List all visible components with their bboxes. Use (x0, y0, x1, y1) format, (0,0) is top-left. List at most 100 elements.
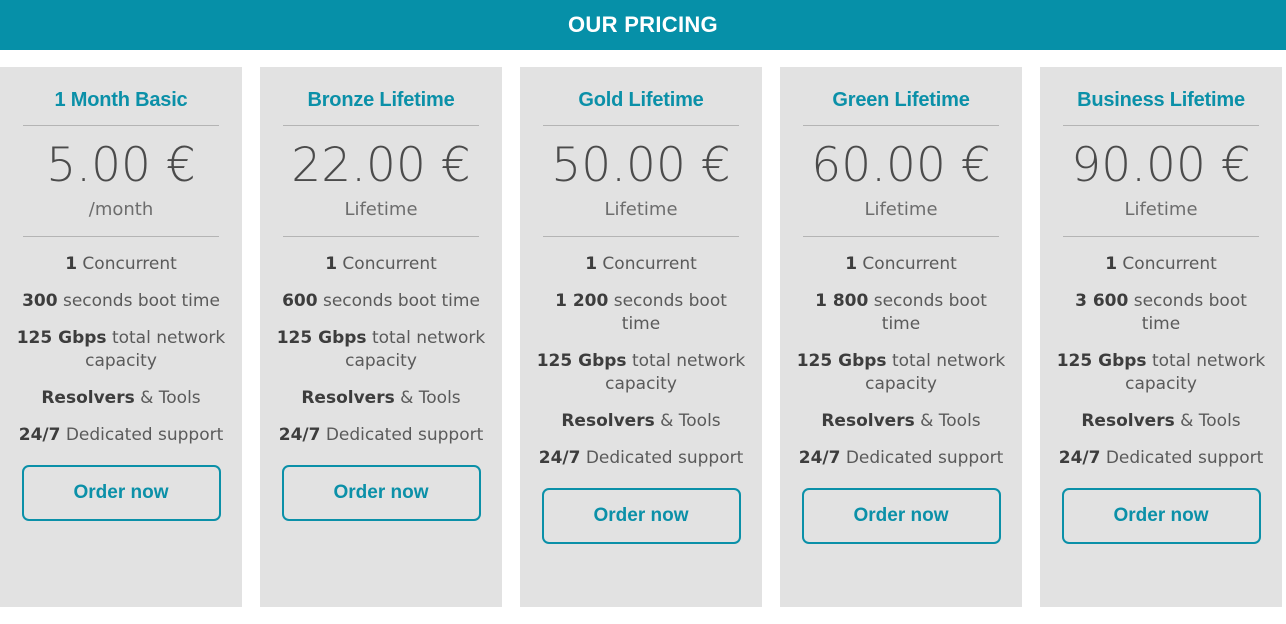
feature-text: Concurrent (1117, 254, 1217, 274)
order-now-button[interactable]: Order now (1062, 488, 1261, 544)
card-divider-top (23, 125, 219, 126)
card-divider-bottom (283, 236, 479, 237)
order-now-button[interactable]: Order now (22, 465, 221, 521)
feature-highlight: Resolvers (821, 411, 914, 431)
feature-text: & Tools (915, 411, 981, 431)
feature-text: seconds boot time (318, 291, 480, 311)
feature-text: total network capacity (605, 351, 745, 394)
feature-item: 125 Gbps total network capacity (1054, 350, 1269, 396)
feature-highlight: Resolvers (41, 388, 134, 408)
feature-highlight: 600 (282, 291, 318, 311)
feature-item: 24/7 Dedicated support (279, 424, 484, 447)
feature-text: & Tools (655, 411, 721, 431)
feature-highlight: 24/7 (799, 448, 841, 468)
feature-highlight: 1 (65, 254, 77, 274)
feature-text: total network capacity (85, 328, 225, 371)
feature-highlight: Resolvers (1081, 411, 1174, 431)
feature-item: 24/7 Dedicated support (539, 447, 744, 470)
pricing-card-period: Lifetime (864, 199, 937, 220)
feature-highlight: 24/7 (1059, 448, 1101, 468)
card-divider-top (1063, 125, 1259, 126)
feature-text: Dedicated support (840, 448, 1003, 468)
pricing-card-price: 5.00 € (46, 142, 196, 189)
feature-highlight: 125 Gbps (797, 351, 887, 371)
card-divider-bottom (543, 236, 739, 237)
pricing-card-2: Bronze Lifetime 22.00 € Lifetime 1 Concu… (260, 67, 502, 607)
feature-text: Dedicated support (320, 425, 483, 445)
feature-item: 300 seconds boot time (22, 290, 220, 313)
feature-text: seconds boot time (1128, 291, 1247, 334)
feature-text: Concurrent (857, 254, 957, 274)
card-divider-top (803, 125, 999, 126)
feature-text: & Tools (395, 388, 461, 408)
feature-item: 1 Concurrent (65, 253, 177, 276)
feature-highlight: 24/7 (279, 425, 321, 445)
card-divider-bottom (23, 236, 219, 237)
feature-text: total network capacity (865, 351, 1005, 394)
feature-text: Concurrent (337, 254, 437, 274)
pricing-card-price: 60.00 € (811, 142, 990, 189)
feature-text: total network capacity (1125, 351, 1265, 394)
pricing-card-features: 1 Concurrent 1 200 seconds boot time 125 G… (532, 253, 750, 484)
feature-item: 1 Concurrent (845, 253, 957, 276)
feature-text: total network capacity (345, 328, 485, 371)
feature-text: & Tools (135, 388, 201, 408)
order-now-button[interactable]: Order now (802, 488, 1001, 544)
pricing-card-features: 1 Concurrent 3 600 seconds boot time 125 G… (1052, 253, 1270, 484)
feature-item: 125 Gbps total network capacity (794, 350, 1009, 396)
card-divider-top (283, 125, 479, 126)
pricing-card-period: Lifetime (1124, 199, 1197, 220)
feature-text: seconds boot time (868, 291, 987, 334)
feature-text: Dedicated support (1100, 448, 1263, 468)
pricing-card-3: Gold Lifetime 50.00 € Lifetime 1 Concurr… (520, 67, 762, 607)
feature-item: Resolvers & Tools (821, 410, 980, 433)
feature-highlight: 1 (845, 254, 857, 274)
feature-highlight: 1 (325, 254, 337, 274)
pricing-card-title: Bronze Lifetime (307, 89, 454, 111)
feature-text: Concurrent (597, 254, 697, 274)
pricing-card-period: Lifetime (344, 199, 417, 220)
feature-item: 1 Concurrent (585, 253, 697, 276)
card-divider-bottom (803, 236, 999, 237)
feature-highlight: 125 Gbps (277, 328, 367, 348)
feature-item: 1 800 seconds boot time (794, 290, 1009, 336)
card-divider-bottom (1063, 236, 1259, 237)
feature-highlight: 1 (585, 254, 597, 274)
feature-item: 1 200 seconds boot time (534, 290, 749, 336)
feature-text: Concurrent (77, 254, 177, 274)
pricing-card-title: Business Lifetime (1077, 89, 1245, 111)
feature-item: 3 600 seconds boot time (1054, 290, 1269, 336)
card-divider-top (543, 125, 739, 126)
feature-highlight: 1 200 (555, 291, 608, 311)
pricing-cards-row: 1 Month Basic 5.00 € /month 1 Concurrent… (0, 50, 1286, 607)
feature-highlight: 125 Gbps (1057, 351, 1147, 371)
pricing-card-5: Business Lifetime 90.00 € Lifetime 1 Con… (1040, 67, 1282, 607)
pricing-card-title: Green Lifetime (832, 89, 969, 111)
pricing-card-features: 1 Concurrent 300 seconds boot time 125 Gbp… (12, 253, 230, 461)
feature-item: 600 seconds boot time (282, 290, 480, 313)
feature-highlight: 1 (1105, 254, 1117, 274)
feature-text: seconds boot time (608, 291, 727, 334)
feature-text: & Tools (1175, 411, 1241, 431)
feature-text: Dedicated support (60, 425, 223, 445)
feature-item: 125 Gbps total network capacity (14, 327, 229, 373)
feature-text: seconds boot time (58, 291, 220, 311)
pricing-card-price: 22.00 € (291, 142, 470, 189)
pricing-card-4: Green Lifetime 60.00 € Lifetime 1 Concur… (780, 67, 1022, 607)
feature-highlight: 1 800 (815, 291, 868, 311)
order-now-button[interactable]: Order now (542, 488, 741, 544)
feature-item: 125 Gbps total network capacity (274, 327, 489, 373)
feature-item: 125 Gbps total network capacity (534, 350, 749, 396)
pricing-card-features: 1 Concurrent 1 800 seconds boot time 125 G… (792, 253, 1010, 484)
order-now-button[interactable]: Order now (282, 465, 481, 521)
feature-item: 1 Concurrent (325, 253, 437, 276)
pricing-card-price: 90.00 € (1071, 142, 1250, 189)
feature-item: Resolvers & Tools (41, 387, 200, 410)
pricing-card-period: /month (89, 199, 154, 220)
feature-item: 24/7 Dedicated support (19, 424, 224, 447)
pricing-card-title: Gold Lifetime (578, 89, 703, 111)
feature-highlight: 300 (22, 291, 58, 311)
pricing-card-features: 1 Concurrent 600 seconds boot time 125 Gbp… (272, 253, 490, 461)
feature-item: 1 Concurrent (1105, 253, 1217, 276)
feature-highlight: 24/7 (19, 425, 61, 445)
